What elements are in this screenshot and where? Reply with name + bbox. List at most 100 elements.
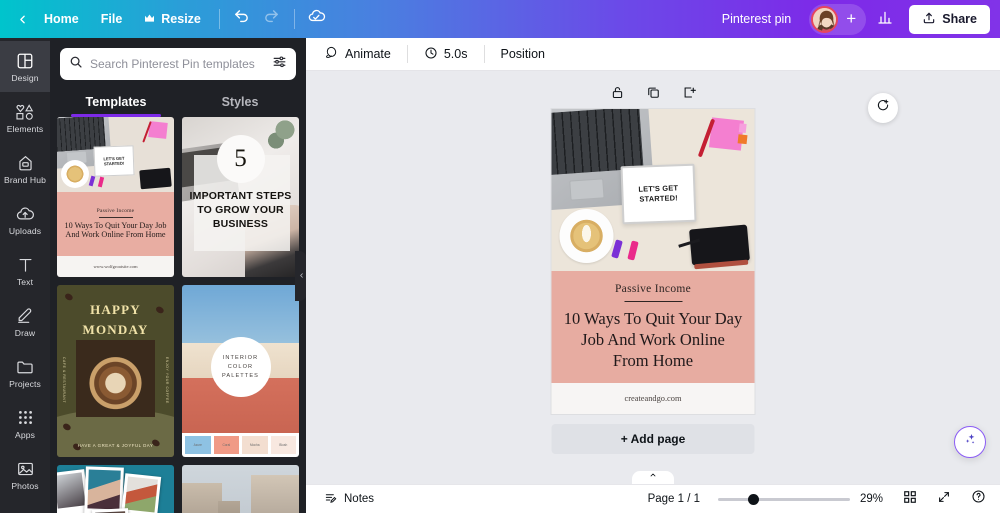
template-text-block: Passive Income 10 Ways To Quit Your Day … xyxy=(57,192,174,257)
marker-pink-image xyxy=(627,240,639,261)
tab-styles-label: Styles xyxy=(221,95,259,109)
position-button[interactable]: Position xyxy=(491,42,555,66)
tab-templates[interactable]: Templates xyxy=(54,86,178,117)
tab-styles[interactable]: Styles xyxy=(178,86,302,117)
template-rule xyxy=(98,216,133,218)
sidebar-item-projects[interactable]: Projects xyxy=(0,347,50,398)
design-title[interactable]: 10 Ways To Quit Your Day Job And Work On… xyxy=(562,309,745,371)
redo-button[interactable] xyxy=(257,5,287,33)
sidebar-item-design[interactable]: Design xyxy=(0,41,50,92)
sidebar-label-uploads: Uploads xyxy=(8,225,42,236)
share-button[interactable]: Share xyxy=(909,4,990,34)
sidebar-item-apps[interactable]: Apps xyxy=(0,398,50,449)
magic-assistant-button[interactable] xyxy=(954,426,986,458)
design-page[interactable]: LET'S GET STARTED! Passive Income 10 Way… xyxy=(551,109,755,414)
undo-button[interactable] xyxy=(227,5,257,33)
collapse-panel-handle[interactable] xyxy=(295,250,306,301)
template-card-city-buildings[interactable] xyxy=(182,465,299,513)
back-button[interactable] xyxy=(10,7,33,32)
plant-shape xyxy=(267,119,297,155)
zoom-slider[interactable] xyxy=(718,492,850,506)
magic-sparkle-icon xyxy=(962,431,979,453)
template-kicker: Passive Income xyxy=(96,208,135,215)
folder-icon xyxy=(15,357,35,377)
home-button[interactable]: Home xyxy=(33,6,90,32)
document-title[interactable]: Pinterest pin xyxy=(712,6,801,32)
text-icon xyxy=(17,255,34,275)
upload-icon xyxy=(922,11,936,28)
design-text-block[interactable]: Passive Income 10 Ways To Quit Your Day … xyxy=(551,271,755,383)
add-page-icon-button[interactable] xyxy=(679,85,699,105)
design-photo[interactable]: LET'S GET STARTED! xyxy=(551,109,755,271)
header-divider-1 xyxy=(218,9,220,29)
scroll-collapse-tab[interactable] xyxy=(632,471,674,484)
add-comment-icon xyxy=(876,98,891,118)
add-comment-button[interactable] xyxy=(868,93,898,123)
sidebar-label-projects: Projects xyxy=(9,378,41,389)
sidebar-label-draw: Draw xyxy=(14,327,36,338)
page-indicator[interactable]: Page 1 / 1 xyxy=(640,489,708,509)
animate-label: Animate xyxy=(345,47,391,61)
animate-button[interactable]: Animate xyxy=(314,40,401,68)
design-kicker[interactable]: Passive Income xyxy=(615,283,691,295)
add-page-bar-button[interactable]: + Add page xyxy=(551,424,755,454)
template-title-line2: COLOR xyxy=(227,363,254,370)
animate-icon xyxy=(324,45,339,63)
header-right-group: Pinterest pin + Share xyxy=(712,3,990,35)
cloud-save-button[interactable] xyxy=(302,5,332,33)
swatch: Blush xyxy=(270,435,296,454)
zoom-value: 29% xyxy=(860,493,884,505)
swatch: Mocha xyxy=(242,435,268,454)
search-input[interactable] xyxy=(90,57,265,71)
avatar[interactable] xyxy=(811,5,839,33)
template-title: HAPPY MONDAY xyxy=(82,302,149,337)
search-box[interactable] xyxy=(60,48,296,80)
design-footer[interactable]: createandgo.com xyxy=(551,383,755,414)
bar-chart-icon xyxy=(877,9,893,30)
help-button[interactable] xyxy=(966,488,990,510)
lock-icon xyxy=(610,85,625,105)
sidebar-item-text[interactable]: Text xyxy=(0,245,50,296)
building-shape xyxy=(251,475,299,513)
template-grid: LET'S GET STARTED! Passive Income 10 Ways… xyxy=(50,117,306,513)
search-row xyxy=(50,38,306,86)
add-collaborator-button[interactable]: + xyxy=(838,6,864,32)
clock-icon xyxy=(424,46,438,63)
coffee-cup-image xyxy=(559,209,614,263)
header-divider-2 xyxy=(293,9,295,29)
fullscreen-button[interactable] xyxy=(932,488,956,510)
template-title: 10 Ways To Quit Your Day Job And Work On… xyxy=(64,220,167,240)
notes-icon xyxy=(324,491,338,508)
grid-view-button[interactable] xyxy=(898,488,922,510)
search-icon xyxy=(69,55,83,74)
filter-sliders-icon[interactable] xyxy=(272,54,287,74)
sidebar-label-apps: Apps xyxy=(15,429,35,440)
sidebar-item-photos[interactable]: Photos xyxy=(0,449,50,500)
file-menu-button[interactable]: File xyxy=(90,6,134,32)
template-card-passive-income[interactable]: LET'S GET STARTED! Passive Income 10 Ways… xyxy=(57,117,174,277)
zoom-knob[interactable] xyxy=(748,493,760,505)
upload-cloud-icon xyxy=(15,204,35,224)
sidebar-item-elements[interactable]: Elements xyxy=(0,92,50,143)
notepad-text: LET'S GET STARTED! xyxy=(638,183,679,204)
template-card-photo-collage[interactable] xyxy=(57,465,174,513)
resize-button[interactable]: Resize xyxy=(133,6,212,32)
design-url[interactable]: createandgo.com xyxy=(625,394,682,403)
insights-button[interactable] xyxy=(870,5,900,33)
duplicate-page-button[interactable] xyxy=(643,85,663,105)
color-swatch-row: Azure Coral Mocha Blush xyxy=(182,432,299,457)
editor-body: Design Elements Brand Hub Uploads Text D… xyxy=(0,38,1000,513)
sidebar-item-brand-hub[interactable]: Brand Hub xyxy=(0,143,50,194)
sidebar-item-draw[interactable]: Draw xyxy=(0,296,50,347)
lock-page-button[interactable] xyxy=(607,85,627,105)
main-editor-area: Animate 5.0s Position LET'S GET STARTED!… xyxy=(306,38,1000,513)
template-card-five-steps[interactable]: 5 IMPORTANT STEPS TO GROW YOUR BUSINESS xyxy=(182,117,299,277)
sidebar-item-uploads[interactable]: Uploads xyxy=(0,194,50,245)
template-side-text-left: CAFE & RESTAURANT xyxy=(62,357,66,404)
duration-button[interactable]: 5.0s xyxy=(414,41,478,68)
template-card-interior-palettes[interactable]: INTERIOR COLOR PALETTES Azure Coral Moch… xyxy=(182,285,299,457)
grid-view-icon xyxy=(903,490,917,509)
notes-button[interactable]: Notes xyxy=(316,487,382,512)
crown-icon xyxy=(144,12,155,26)
template-card-happy-monday[interactable]: HAPPY MONDAY CAFE & RESTAURANT ENJOY YOU… xyxy=(57,285,174,457)
